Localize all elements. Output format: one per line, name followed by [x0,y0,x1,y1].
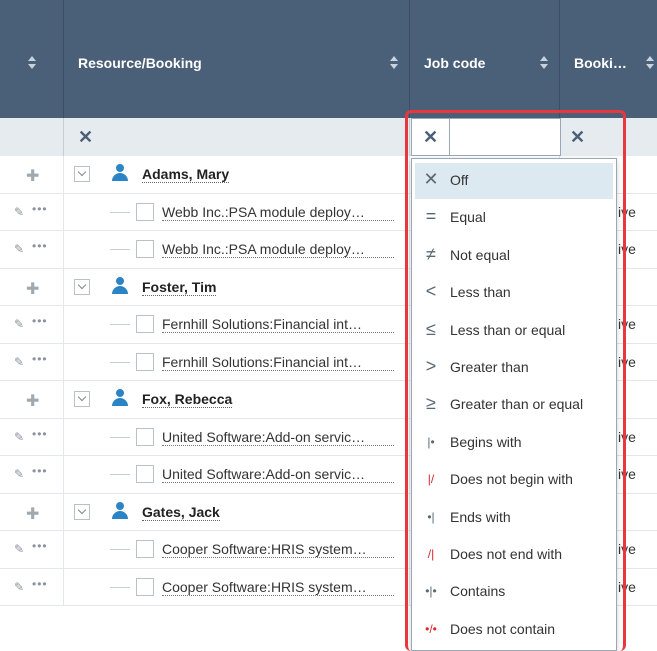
edit-icon[interactable]: ✎ [14,242,24,256]
header-jobcode-label: Job code [424,55,486,71]
row-actions-cell: ✚ [0,156,64,193]
row-resource-cell: Webb Inc.:PSA module deploy… [64,193,410,230]
edit-icon[interactable]: ✎ [14,355,24,369]
header-booking-label: Booki… [574,55,627,71]
row-resource-cell: Fox, Rebecca [64,381,410,418]
person-icon [112,389,128,407]
resource-name[interactable]: Gates, Jack [142,504,220,521]
tree-connector [110,549,130,550]
add-icon[interactable]: ✚ [26,166,39,186]
row-checkbox[interactable] [136,240,154,258]
more-icon[interactable]: ••• [32,427,48,441]
resource-name[interactable]: Adams, Mary [142,166,230,183]
filter-cell-actions [0,118,64,156]
resource-grid: Resource/Booking Job code Booki… ✕ ✕ ✚ Ad… [0,0,657,651]
sort-icon[interactable] [390,55,398,71]
tree-connector [110,324,130,325]
row-resource-cell: Fernhill Solutions:Financial int… [64,343,410,380]
row-actions-cell: ✎ ••• [0,343,64,380]
edit-icon[interactable]: ✎ [14,467,24,481]
row-resource-cell: Webb Inc.:PSA module deploy… [64,231,410,268]
booking-name[interactable]: Cooper Software:HRIS system… [162,541,394,558]
collapse-toggle[interactable] [74,166,90,182]
more-icon[interactable]: ••• [32,314,48,328]
more-icon[interactable]: ••• [32,202,48,216]
row-actions-cell: ✎ ••• [0,568,64,605]
add-icon[interactable]: ✚ [26,504,39,524]
row-actions-cell: ✚ [0,268,64,305]
row-resource-cell: Cooper Software:HRIS system… [64,568,410,605]
header-resource-booking[interactable]: Resource/Booking [64,0,410,118]
collapse-toggle[interactable] [74,391,90,407]
row-checkbox[interactable] [136,465,154,483]
tree-connector [110,586,130,588]
clear-filter-icon[interactable]: ✕ [78,127,93,148]
row-resource-cell: Gates, Jack [64,493,410,530]
edit-icon[interactable]: ✎ [14,205,24,219]
person-icon [112,501,128,520]
more-icon[interactable]: ••• [32,352,48,366]
header-booking[interactable]: Booki… [560,0,657,118]
row-actions-cell: ✎ ••• [0,231,64,268]
grid-header: Resource/Booking Job code Booki… [0,0,657,118]
row-resource-cell: United Software:Add-on servic… [64,418,410,455]
booking-name[interactable]: Cooper Software:HRIS system… [162,579,394,596]
more-icon[interactable]: ••• [32,464,48,478]
sort-icon[interactable] [646,55,654,71]
person-icon [112,164,128,182]
row-resource-cell: Adams, Mary [64,156,410,193]
booking-name[interactable]: Fernhill Solutions:Financial int… [162,354,394,371]
row-actions-cell: ✎ ••• [0,193,64,230]
row-actions-cell: ✎ ••• [0,531,64,568]
edit-icon[interactable]: ✎ [14,580,24,594]
row-checkbox[interactable] [136,577,154,596]
more-icon[interactable]: ••• [32,577,48,591]
header-actions-column[interactable] [0,0,64,118]
booking-name[interactable]: Webb Inc.:PSA module deploy… [162,204,394,221]
tree-connector [110,249,130,250]
row-actions-cell: ✎ ••• [0,456,64,493]
more-icon[interactable]: ••• [32,539,48,553]
booking-name[interactable]: United Software:Add-on servic… [162,466,394,483]
row-actions-cell: ✚ [0,381,64,418]
header-job-code[interactable]: Job code [410,0,560,118]
booking-name[interactable]: Webb Inc.:PSA module deploy… [162,241,394,258]
row-resource-cell: Cooper Software:HRIS system… [64,531,410,568]
row-checkbox[interactable] [136,202,154,221]
add-icon[interactable]: ✚ [26,279,39,299]
row-checkbox[interactable] [136,315,154,333]
more-icon[interactable]: ••• [32,239,48,253]
row-actions-cell: ✚ [0,493,64,530]
collapse-toggle[interactable] [74,278,90,295]
sort-icon[interactable] [28,55,36,71]
row-checkbox[interactable] [136,540,154,558]
edit-icon[interactable]: ✎ [14,542,24,556]
edit-icon[interactable]: ✎ [14,317,24,331]
tree-connector [110,211,130,213]
tree-connector [110,474,130,475]
booking-name[interactable]: Fernhill Solutions:Financial int… [162,316,394,333]
add-icon[interactable]: ✚ [26,391,39,411]
person-icon [112,276,128,295]
row-resource-cell: Fernhill Solutions:Financial int… [64,306,410,343]
row-actions-cell: ✎ ••• [0,306,64,343]
resource-name[interactable]: Fox, Rebecca [142,391,233,408]
row-checkbox[interactable] [136,427,154,446]
header-resource-label: Resource/Booking [78,55,202,71]
tree-connector [110,436,130,438]
resource-name[interactable]: Foster, Tim [142,279,217,296]
tree-connector [110,361,130,363]
row-checkbox[interactable] [136,352,154,371]
highlight-frame [405,110,626,651]
sort-icon[interactable] [540,55,548,71]
booking-name[interactable]: United Software:Add-on servic… [162,429,394,446]
row-resource-cell: United Software:Add-on servic… [64,456,410,493]
row-resource-cell: Foster, Tim [64,268,410,305]
row-actions-cell: ✎ ••• [0,418,64,455]
collapse-toggle[interactable] [74,503,90,520]
edit-icon[interactable]: ✎ [14,430,24,444]
filter-cell-resource: ✕ [64,118,410,156]
